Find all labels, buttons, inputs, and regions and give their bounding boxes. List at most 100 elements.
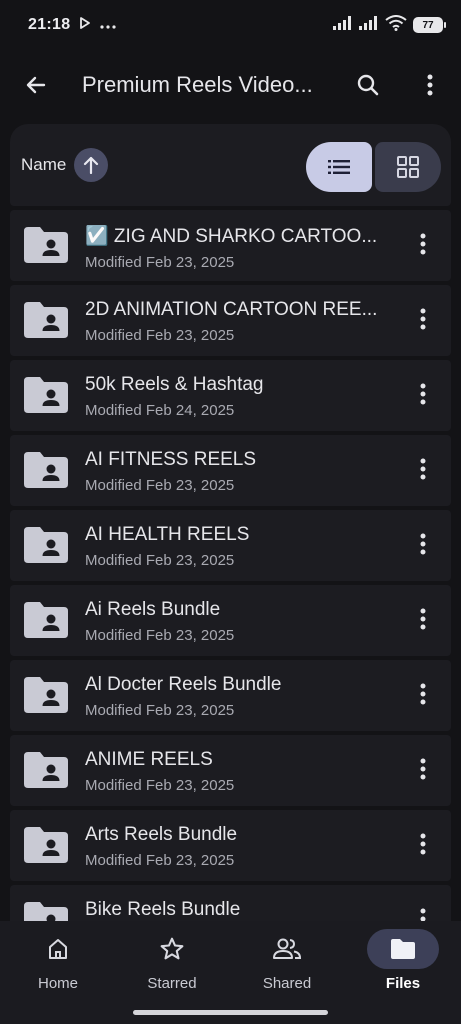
folder-modified: Modified Feb 23, 2025 xyxy=(85,627,235,644)
gesture-bar xyxy=(133,1010,328,1015)
folder-name: Arts Reels Bundle xyxy=(85,824,238,845)
signal-2-icon xyxy=(359,15,379,35)
more-vert-icon xyxy=(420,833,426,860)
folder-row-text: Al Docter Reels Bundle Modified Feb 23, 2… xyxy=(85,674,385,719)
page-title: Premium Reels Video... xyxy=(82,72,313,97)
folder-more-button[interactable] xyxy=(399,222,447,270)
home-icon xyxy=(49,939,67,959)
folder-modified: Modified Feb 23, 2025 xyxy=(85,852,235,869)
folder-row-text: 2D ANIMATION CARTOON REE... Modified Feb … xyxy=(85,299,385,344)
folder-more-button[interactable] xyxy=(399,597,447,645)
folder-modified: Modified Feb 24, 2025 xyxy=(85,402,235,419)
nav-starred-label: Starred xyxy=(147,975,197,992)
more-vert-icon xyxy=(420,533,426,560)
folder-row-text: AI FITNESS REELS Modified Feb 23, 2025 xyxy=(85,449,385,494)
folder-more-button[interactable] xyxy=(399,372,447,420)
folder-more-button[interactable] xyxy=(399,672,447,720)
folder-modified: Modified Feb 23, 2025 xyxy=(85,477,235,494)
bottom-navigation: Home Starred Shared Files xyxy=(0,921,461,1024)
shared-folder-icon xyxy=(24,827,68,863)
folder-more-button[interactable] xyxy=(399,297,447,345)
sort-direction-button[interactable] xyxy=(74,148,109,182)
folder-row[interactable]: Arts Reels Bundle Modified Feb 23, 2025 xyxy=(10,810,451,881)
folder-icon xyxy=(391,939,415,959)
shared-folder-icon xyxy=(24,752,68,788)
folder-row[interactable]: 2D ANIMATION CARTOON REE... Modified Feb … xyxy=(10,285,451,356)
shared-folder-icon xyxy=(24,227,68,263)
folder-name: Al Docter Reels Bundle xyxy=(85,674,282,695)
folder-row-text: AI HEALTH REELS Modified Feb 23, 2025 xyxy=(85,524,385,569)
folder-row-text: Ai Reels Bundle Modified Feb 23, 2025 xyxy=(85,599,385,644)
nav-starred[interactable]: Starred xyxy=(126,929,218,1001)
more-options-button[interactable] xyxy=(406,61,454,109)
folder-more-button[interactable] xyxy=(399,747,447,795)
folder-name: AI HEALTH REELS xyxy=(85,524,250,545)
folder-more-button[interactable] xyxy=(399,522,447,570)
folder-row[interactable]: AI FITNESS REELS Modified Feb 23, 2025 xyxy=(10,435,451,506)
wifi-icon xyxy=(385,14,407,36)
folder-row-text: 50k Reels & Hashtag Modified Feb 24, 2025 xyxy=(85,374,385,419)
folder-row[interactable]: ANIME REELS Modified Feb 23, 2025 xyxy=(10,735,451,806)
shared-folder-icon xyxy=(24,602,68,638)
folder-modified: Modified Feb 23, 2025 xyxy=(85,552,235,569)
status-time: 21:18 xyxy=(28,16,71,33)
folder-modified: Modified Feb 23, 2025 xyxy=(85,702,235,719)
nav-files[interactable]: Files xyxy=(357,929,449,1001)
folder-row[interactable]: Ai Reels Bundle Modified Feb 23, 2025 xyxy=(10,585,451,656)
more-vert-icon xyxy=(420,308,426,335)
shared-folder-icon xyxy=(24,452,68,488)
sort-label[interactable]: Name xyxy=(21,155,66,175)
play-notification-icon xyxy=(80,16,91,34)
search-button[interactable] xyxy=(344,61,392,109)
view-toggle xyxy=(306,142,441,192)
folder-modified: Modified Feb 23, 2025 xyxy=(85,777,235,794)
folder-more-button[interactable] xyxy=(399,897,447,924)
folder-name: AI FITNESS REELS xyxy=(85,449,257,470)
shared-folder-icon xyxy=(24,377,68,413)
shared-folder-icon xyxy=(24,302,68,338)
folder-row[interactable]: ☑️ ZIG AND SHARKO CARTOO... Modified Feb … xyxy=(10,210,451,281)
star-icon xyxy=(160,937,184,960)
search-icon xyxy=(357,74,379,96)
signal-icon xyxy=(333,15,353,35)
more-vert-icon xyxy=(420,458,426,485)
folder-name: Ai Reels Bundle xyxy=(85,599,221,620)
nav-home-label: Home xyxy=(37,975,78,992)
nav-home[interactable]: Home xyxy=(12,929,104,1001)
more-vert-icon xyxy=(427,74,433,96)
list-view-icon xyxy=(328,160,350,174)
battery-level: 77 xyxy=(422,19,434,31)
grid-view-icon xyxy=(397,156,419,178)
more-vert-icon xyxy=(420,683,426,710)
nav-shared-label: Shared xyxy=(262,975,312,992)
folder-row[interactable]: AI HEALTH REELS Modified Feb 23, 2025 xyxy=(10,510,451,581)
app-bar: Premium Reels Video... xyxy=(0,50,461,120)
grid-view-button[interactable] xyxy=(375,142,441,192)
folder-more-button[interactable] xyxy=(399,822,447,870)
folder-name: Bike Reels Bundle xyxy=(85,899,241,920)
status-bar: 21:18 77 xyxy=(0,0,461,50)
folder-row-text: Arts Reels Bundle Modified Feb 23, 2025 xyxy=(85,824,385,869)
folder-more-button[interactable] xyxy=(399,447,447,495)
nav-files-label: Files xyxy=(385,975,421,992)
folder-name: ANIME REELS xyxy=(85,749,213,770)
shared-folder-icon xyxy=(24,677,68,713)
sort-header: Name xyxy=(10,124,451,206)
folder-row[interactable]: 50k Reels & Hashtag Modified Feb 24, 2025 xyxy=(10,360,451,431)
arrow-up-icon xyxy=(84,156,99,174)
folder-modified: Modified Feb 23, 2025 xyxy=(85,254,235,271)
more-notifications-icon xyxy=(100,16,117,34)
list-view-button[interactable] xyxy=(306,142,372,192)
back-button[interactable] xyxy=(12,61,60,109)
more-vert-icon xyxy=(420,758,426,785)
folder-row-text: ANIME REELS Modified Feb 23, 2025 xyxy=(85,749,385,794)
arrow-back-icon xyxy=(26,76,46,94)
file-list: Name ☑️ ZIG AND SHARKO CARTOO... Modified… xyxy=(10,124,451,924)
nav-shared[interactable]: Shared xyxy=(241,929,333,1001)
folder-name: 50k Reels & Hashtag xyxy=(85,374,264,395)
folder-name: ☑️ ZIG AND SHARKO CARTOO... xyxy=(85,226,378,247)
folder-row[interactable]: Bike Reels Bundle xyxy=(10,885,451,924)
more-vert-icon xyxy=(420,233,426,260)
folder-row[interactable]: Al Docter Reels Bundle Modified Feb 23, 2… xyxy=(10,660,451,731)
folder-name: 2D ANIMATION CARTOON REE... xyxy=(85,299,378,320)
